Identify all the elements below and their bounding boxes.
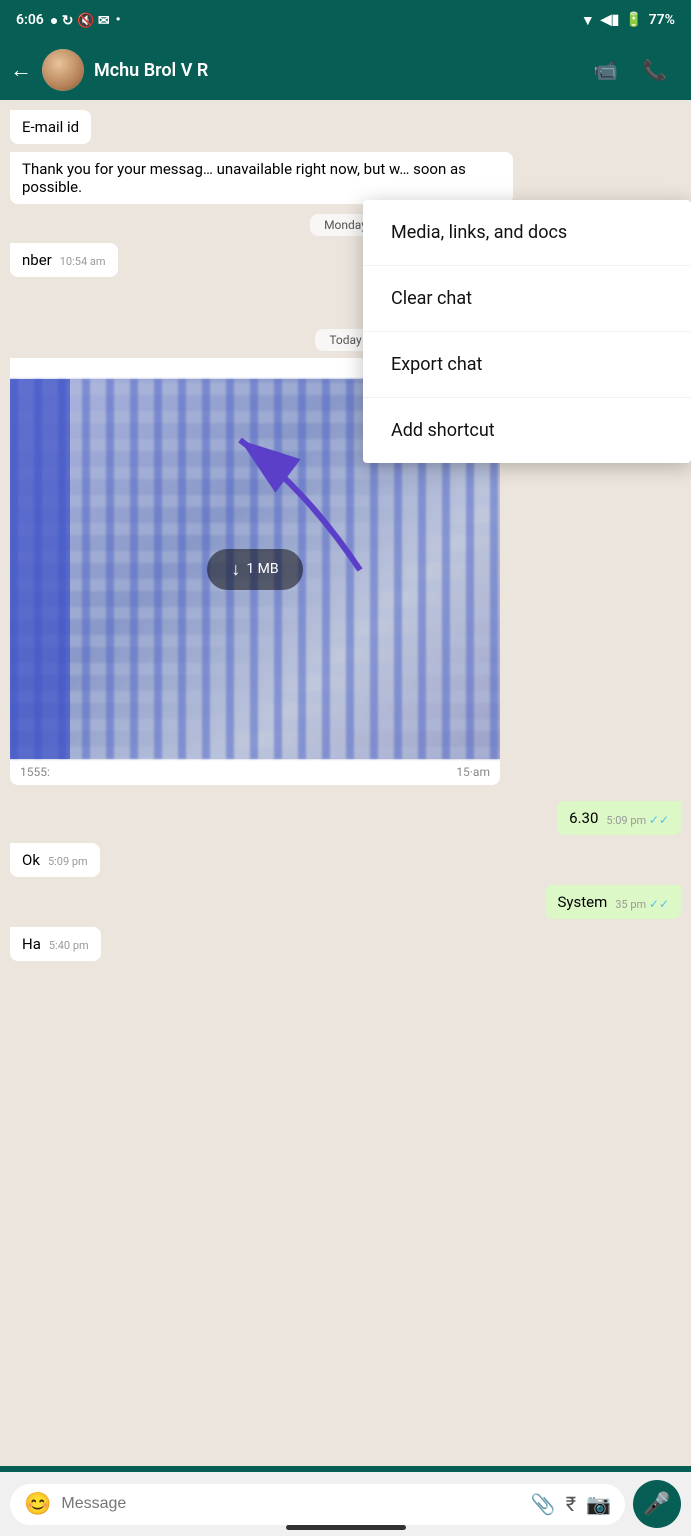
download-label: 1 MB xyxy=(246,561,278,577)
download-icon: ↓ xyxy=(231,559,240,580)
message-bubble: 6.30 5:09 pm ✓✓ xyxy=(557,801,681,835)
chat-header: ← Mchu Brol V R 📹 📞 xyxy=(0,40,691,100)
video-call-icon[interactable]: 📹 xyxy=(593,58,618,82)
chat-area: E-mail id Thank you for your messag… una… xyxy=(0,100,691,1466)
menu-item-media[interactable]: Media, links, and docs xyxy=(363,200,691,266)
attach-icon[interactable]: 📎 xyxy=(531,1492,556,1516)
download-button[interactable]: ↓ 1 MB xyxy=(207,549,302,590)
message-input[interactable] xyxy=(61,1495,520,1513)
table-row: Thank you for your messag… unavailable r… xyxy=(10,152,681,204)
message-text: Ha xyxy=(22,935,41,953)
caption-left: 1555: xyxy=(20,765,50,779)
context-menu: Media, links, and docs Clear chat Export… xyxy=(363,200,691,463)
dot: • xyxy=(116,12,121,28)
message-text: 6.30 xyxy=(569,809,598,827)
time: 6:06 xyxy=(16,12,44,28)
contact-name[interactable]: Mchu Brol V R xyxy=(94,60,583,81)
message-text: E-mail id xyxy=(22,118,79,136)
message-bubble: nber 10:54 am xyxy=(10,243,118,277)
message-text: Thank you for your messag… unavailable r… xyxy=(22,160,466,196)
message-time: 35 pm ✓✓ xyxy=(615,897,669,911)
menu-item-label: Media, links, and docs xyxy=(391,222,567,243)
battery-icon: 🔋 xyxy=(625,12,642,28)
message-time: 5:09 pm xyxy=(48,855,88,868)
home-indicator xyxy=(286,1525,406,1530)
table-row: Ok 5:09 pm xyxy=(10,843,681,877)
emoji-icon[interactable]: 😊 xyxy=(24,1492,51,1517)
menu-item-label: Export chat xyxy=(391,354,482,375)
message-text: Ok xyxy=(22,851,40,869)
menu-item-export-chat[interactable]: Export chat xyxy=(363,332,691,398)
call-icon[interactable]: 📞 xyxy=(642,58,667,82)
table-row: Ha 5:40 pm xyxy=(10,927,681,961)
menu-item-clear-chat[interactable]: Clear chat xyxy=(363,266,691,332)
back-button[interactable]: ← xyxy=(10,57,32,83)
menu-item-add-shortcut[interactable]: Add shortcut xyxy=(363,398,691,463)
contact-avatar[interactable] xyxy=(42,49,84,91)
caption-right: 15·am xyxy=(456,765,490,779)
rupee-icon[interactable]: ₹ xyxy=(566,1492,576,1516)
voice-message-button[interactable]: 🎤 xyxy=(633,1480,681,1528)
status-bar: 6:06 ● ↻ 🔇 ✉ • ▼ ◀▮ 🔋 77% xyxy=(0,0,691,40)
message-text: nber xyxy=(22,251,52,269)
message-time: 10:54 am xyxy=(60,255,106,268)
message-time: 5:09 pm ✓✓ xyxy=(606,813,669,827)
read-ticks: ✓✓ xyxy=(649,813,669,827)
signal-icon: ◀▮ xyxy=(601,12,619,28)
message-time: 5:40 pm xyxy=(49,939,89,952)
menu-item-label: Clear chat xyxy=(391,288,472,309)
message-bubble: System 35 pm ✓✓ xyxy=(545,885,681,919)
message-bubble: Ha 5:40 pm xyxy=(10,927,101,961)
status-right: ▼ ◀▮ 🔋 77% xyxy=(581,12,675,29)
message-bubble: Ok 5:09 pm xyxy=(10,843,100,877)
message-input-container: 😊 📎 ₹ 📷 xyxy=(10,1484,625,1525)
table-row: System 35 pm ✓✓ xyxy=(10,885,681,919)
message-bubble: E-mail id xyxy=(10,110,91,144)
battery-pct: 77% xyxy=(649,12,675,28)
img-caption: 1555: 15·am xyxy=(10,759,500,785)
mic-icon: 🎤 xyxy=(643,1492,670,1517)
read-ticks: ✓✓ xyxy=(649,897,669,911)
wifi-icon: ▼ xyxy=(581,12,595,29)
signal-icons: ● ↻ 🔇 ✉ xyxy=(50,12,110,29)
message-bubble: Thank you for your messag… unavailable r… xyxy=(10,152,513,204)
status-left: 6:06 ● ↻ 🔇 ✉ • xyxy=(16,12,121,29)
table-row: E-mail id xyxy=(10,110,681,144)
menu-item-label: Add shortcut xyxy=(391,420,495,441)
message-text: System xyxy=(557,893,607,911)
camera-icon[interactable]: 📷 xyxy=(586,1492,611,1516)
table-row: 6.30 5:09 pm ✓✓ xyxy=(10,801,681,835)
